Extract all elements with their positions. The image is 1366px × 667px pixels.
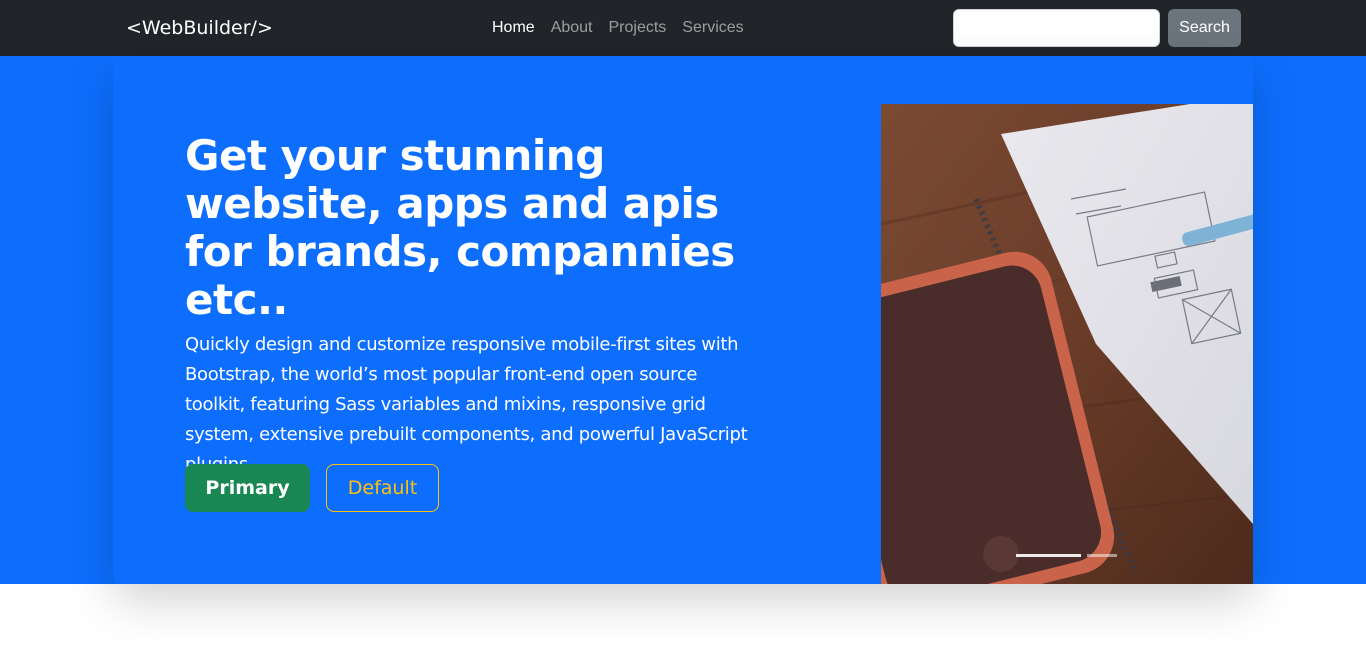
main-nav: Home About Projects Services bbox=[492, 18, 760, 38]
carousel-indicator-2[interactable] bbox=[1087, 554, 1117, 557]
nav-link-services[interactable]: Services bbox=[682, 18, 743, 38]
carousel-indicator-1[interactable] bbox=[1016, 554, 1081, 557]
nav-link-home[interactable]: Home bbox=[492, 18, 535, 38]
notebook-and-phone-photo-icon bbox=[881, 104, 1253, 584]
carousel-indicators bbox=[1016, 554, 1117, 557]
search-input[interactable] bbox=[953, 9, 1160, 47]
default-button[interactable]: Default bbox=[326, 464, 439, 512]
hero-carousel-image bbox=[881, 104, 1253, 584]
hero-lead-text: Quickly design and customize responsive … bbox=[185, 334, 748, 475]
top-navbar: <WebBuilder/> Home About Projects Servic… bbox=[0, 0, 1366, 56]
search-button[interactable]: Search bbox=[1168, 9, 1241, 47]
brand-logo[interactable]: <WebBuilder/> bbox=[126, 16, 273, 40]
hero-headline: Get your stunning website, apps and apis… bbox=[185, 131, 735, 324]
primary-button[interactable]: Primary bbox=[185, 464, 310, 512]
nav-link-projects[interactable]: Projects bbox=[609, 18, 667, 38]
nav-link-about[interactable]: About bbox=[551, 18, 593, 38]
